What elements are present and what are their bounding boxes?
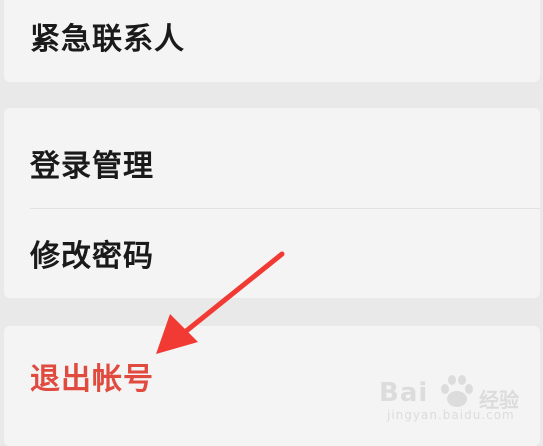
watermark-url: jingyan.baidu.com [387, 408, 515, 422]
settings-page: 紧急联系人 登录管理 修改密码 退出帐号 Bai 经验 jingyan.baid… [0, 0, 543, 446]
baidu-watermark: Bai 经验 jingyan.baidu.com [379, 370, 529, 426]
settings-group-contact: 紧急联系人 [4, 0, 540, 82]
login-management-label: 登录管理 [30, 149, 154, 184]
logout-label: 退出帐号 [30, 362, 154, 397]
watermark-brand: Bai [379, 378, 429, 408]
baidu-paw-icon [441, 375, 473, 407]
emergency-contact-item[interactable]: 紧急联系人 [4, 0, 540, 72]
emergency-contact-label: 紧急联系人 [30, 22, 185, 57]
red-arrow-icon [156, 251, 285, 354]
login-management-item[interactable]: 登录管理 [4, 118, 540, 208]
change-password-label: 修改密码 [30, 239, 154, 274]
